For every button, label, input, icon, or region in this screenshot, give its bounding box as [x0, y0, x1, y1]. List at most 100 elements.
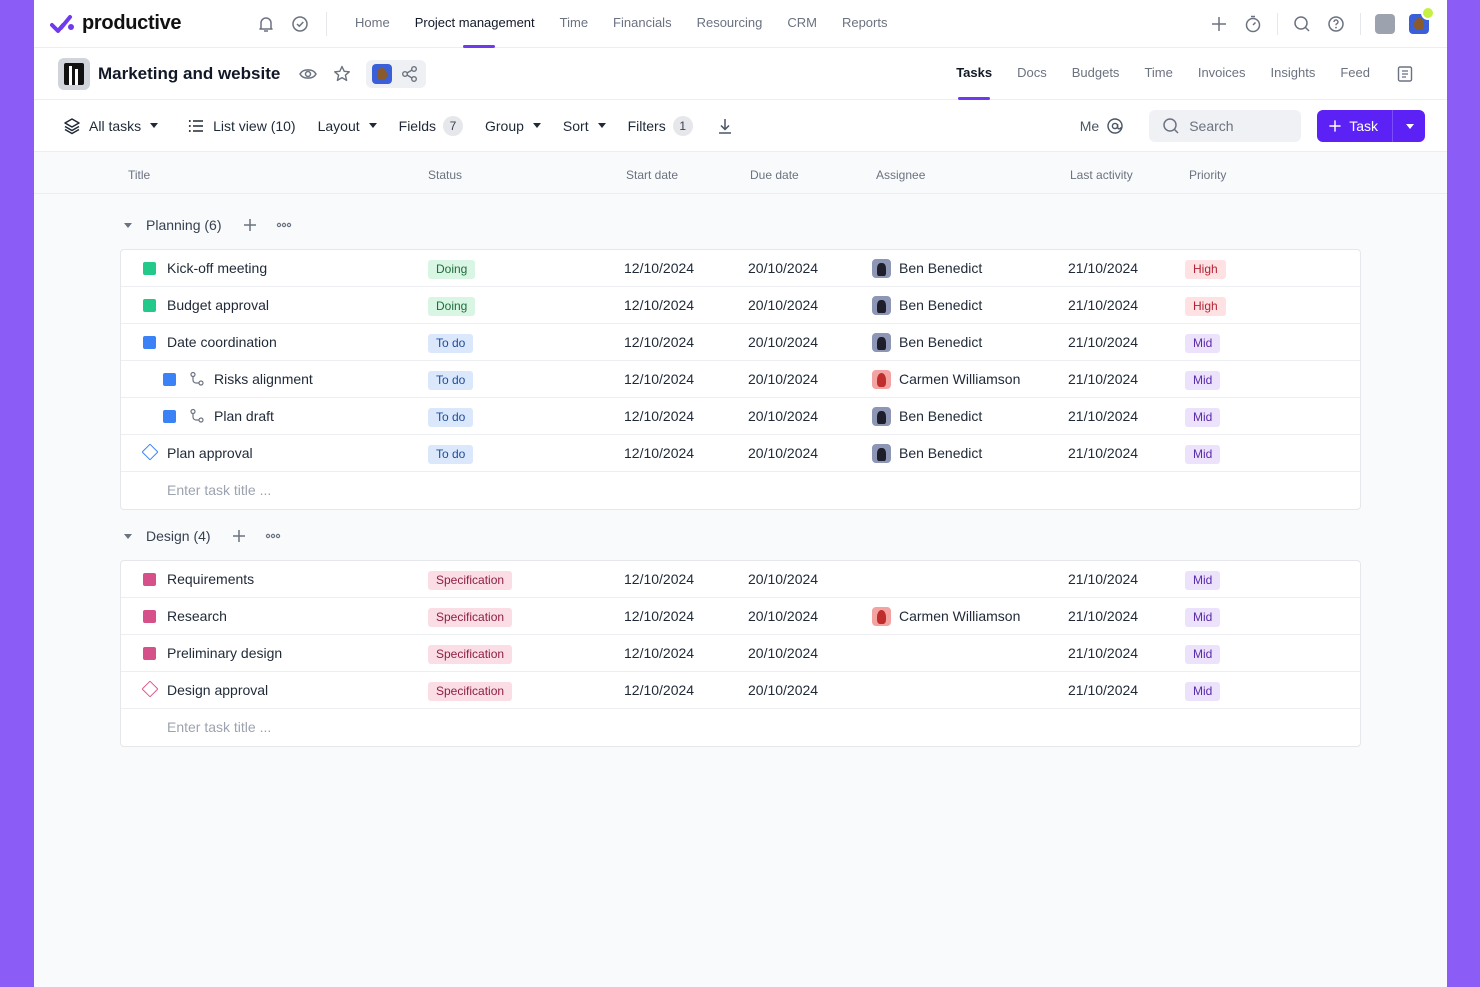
due-date[interactable]: 20/10/2024 [748, 250, 818, 286]
start-date[interactable]: 12/10/2024 [624, 561, 694, 597]
nav-financials[interactable]: Financials [613, 0, 672, 48]
task-title[interactable]: Research [167, 598, 227, 634]
status-cell[interactable]: Doing [428, 287, 476, 323]
column-status[interactable]: Status [428, 152, 462, 198]
filters-button[interactable]: Filters 1 [628, 115, 693, 136]
search-icon[interactable] [1292, 14, 1312, 34]
group-header[interactable]: Design (4) [120, 516, 1361, 556]
plus-icon[interactable] [240, 215, 260, 235]
assignee[interactable]: Carmen Williamson [872, 598, 1020, 634]
add-task-dropdown[interactable] [1393, 110, 1425, 142]
table-row[interactable]: Kick-off meeting Doing 12/10/2024 20/10/202… [121, 250, 1360, 287]
productive-logo[interactable]: productive [50, 12, 232, 35]
panel-icon[interactable] [1395, 64, 1415, 84]
tab-tasks[interactable]: Tasks [956, 48, 992, 100]
star-icon[interactable] [332, 64, 352, 84]
assignee[interactable]: Ben Benedict [872, 250, 982, 286]
start-date[interactable]: 12/10/2024 [624, 287, 694, 323]
start-date[interactable]: 12/10/2024 [624, 435, 694, 471]
list-view-button[interactable]: List view (10) [186, 116, 296, 136]
organization-avatar[interactable] [1375, 14, 1395, 34]
status-cell[interactable]: Specification [428, 598, 513, 634]
more-options-icon[interactable] [263, 526, 283, 546]
due-date[interactable]: 20/10/2024 [748, 635, 818, 671]
column-due-date[interactable]: Due date [750, 152, 799, 198]
due-date[interactable]: 20/10/2024 [748, 598, 818, 634]
share-group[interactable] [366, 59, 427, 88]
nav-project-management[interactable]: Project management [415, 0, 535, 48]
table-row[interactable]: Requirements Specification 12/10/2024 20/10… [121, 561, 1360, 598]
assignee[interactable]: Carmen Williamson [872, 361, 1020, 397]
priority-cell[interactable]: Mid [1185, 561, 1221, 597]
nav-resourcing[interactable]: Resourcing [697, 0, 763, 48]
assignee[interactable]: Ben Benedict [872, 324, 982, 360]
assignee[interactable]: Ben Benedict [872, 398, 982, 434]
nav-crm[interactable]: CRM [787, 0, 817, 48]
due-date[interactable]: 20/10/2024 [748, 361, 818, 397]
search-input[interactable]: Search [1149, 110, 1302, 142]
me-filter[interactable]: Me [1080, 116, 1125, 136]
more-options-icon[interactable] [274, 215, 294, 235]
column-last-activity[interactable]: Last activity [1070, 152, 1133, 198]
status-cell[interactable]: Specification [428, 672, 513, 708]
new-task-row[interactable]: Enter task title ... [121, 472, 1360, 509]
due-date[interactable]: 20/10/2024 [748, 398, 818, 434]
status-cell[interactable]: To do [428, 361, 474, 397]
start-date[interactable]: 12/10/2024 [624, 361, 694, 397]
due-date[interactable]: 20/10/2024 [748, 672, 818, 708]
tab-budgets[interactable]: Budgets [1072, 48, 1120, 100]
plus-icon[interactable] [1209, 14, 1229, 34]
task-title[interactable]: Plan approval [167, 435, 253, 471]
column-assignee[interactable]: Assignee [876, 152, 925, 198]
user-avatar[interactable] [1409, 6, 1435, 34]
check-circle-icon[interactable] [290, 14, 310, 34]
table-row[interactable]: Risks alignment To do 12/10/2024 20/10/2024… [121, 361, 1360, 398]
status-cell[interactable]: Specification [428, 561, 513, 597]
tab-feed[interactable]: Feed [1340, 48, 1370, 100]
group-dropdown[interactable]: Group [485, 118, 541, 134]
tab-time[interactable]: Time [1144, 48, 1172, 100]
task-title[interactable]: Kick-off meeting [167, 250, 267, 286]
new-task-input[interactable]: Enter task title ... [167, 472, 271, 508]
download-icon[interactable] [715, 116, 735, 136]
table-row[interactable]: Plan approval To do 12/10/2024 20/10/2024 Be… [121, 435, 1360, 472]
column-priority[interactable]: Priority [1189, 152, 1226, 198]
priority-cell[interactable]: Mid [1185, 398, 1221, 434]
start-date[interactable]: 12/10/2024 [624, 398, 694, 434]
task-title[interactable]: Plan draft [214, 398, 274, 434]
table-row[interactable]: Design approval Specification 12/10/2024 20… [121, 672, 1360, 709]
priority-cell[interactable]: Mid [1185, 635, 1221, 671]
due-date[interactable]: 20/10/2024 [748, 324, 818, 360]
tab-docs[interactable]: Docs [1017, 48, 1047, 100]
table-row[interactable]: Preliminary design Specification 12/10/202… [121, 635, 1360, 672]
due-date[interactable]: 20/10/2024 [748, 435, 818, 471]
plus-icon[interactable] [229, 526, 249, 546]
new-task-row[interactable]: Enter task title ... [121, 709, 1360, 746]
group-header[interactable]: Planning (6) [120, 205, 1361, 245]
sort-dropdown[interactable]: Sort [563, 118, 606, 134]
table-row[interactable]: Research Specification 12/10/2024 20/10/202… [121, 598, 1360, 635]
nav-time[interactable]: Time [560, 0, 588, 48]
status-cell[interactable]: To do [428, 324, 474, 360]
task-title[interactable]: Preliminary design [167, 635, 282, 671]
fields-button[interactable]: Fields 7 [399, 115, 463, 136]
start-date[interactable]: 12/10/2024 [624, 672, 694, 708]
due-date[interactable]: 20/10/2024 [748, 561, 818, 597]
collapse-caret-icon[interactable] [124, 222, 132, 228]
table-row[interactable]: Plan draft To do 12/10/2024 20/10/2024 Ben B… [121, 398, 1360, 435]
priority-cell[interactable]: Mid [1185, 361, 1221, 397]
start-date[interactable]: 12/10/2024 [624, 250, 694, 286]
add-task-button[interactable]: Task [1317, 110, 1393, 142]
task-title[interactable]: Date coordination [167, 324, 277, 360]
assignee[interactable]: Ben Benedict [872, 287, 982, 323]
status-cell[interactable]: To do [428, 398, 474, 434]
share-icon[interactable] [400, 64, 420, 84]
priority-cell[interactable]: Mid [1185, 324, 1221, 360]
new-task-input[interactable]: Enter task title ... [167, 709, 271, 745]
column-title[interactable]: Title [128, 152, 150, 198]
status-cell[interactable]: Doing [428, 250, 476, 286]
column-start-date[interactable]: Start date [626, 152, 678, 198]
timer-icon[interactable] [1243, 14, 1263, 34]
collapse-caret-icon[interactable] [124, 533, 132, 539]
all-tasks-dropdown[interactable]: All tasks [62, 116, 159, 136]
